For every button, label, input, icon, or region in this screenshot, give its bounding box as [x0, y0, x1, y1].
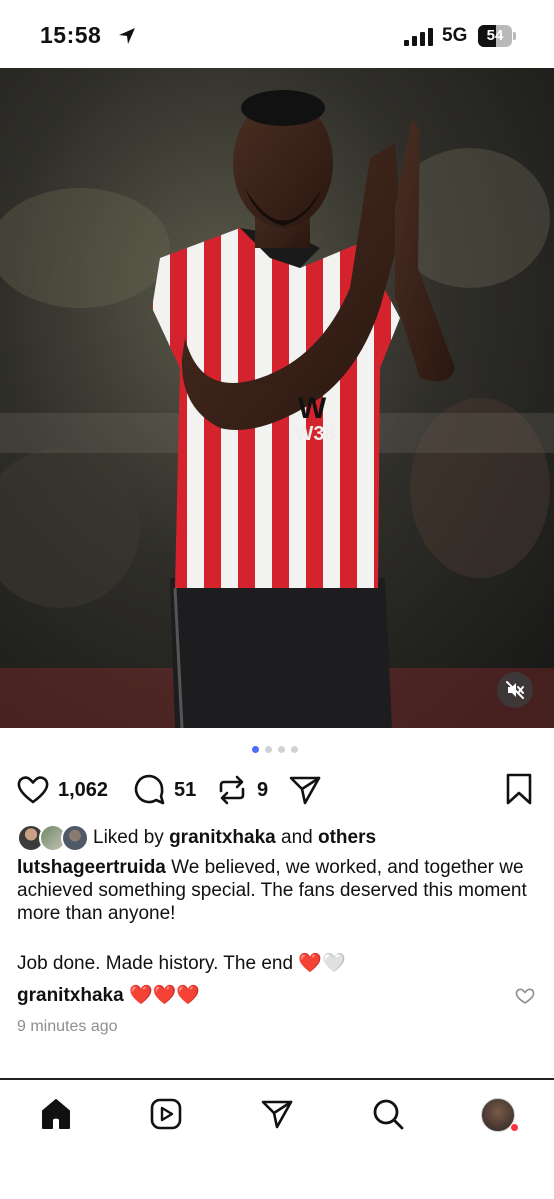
kit-sponsor-text: W38 — [294, 423, 335, 445]
search-icon — [373, 1099, 404, 1130]
liked-by-username[interactable]: granitxhaka — [169, 827, 276, 848]
comment-bubble-icon — [134, 774, 165, 805]
post-caption: lutshageertruida We believed, we worked,… — [17, 856, 537, 925]
battery-icon: 54 — [478, 25, 516, 47]
heart-icon — [17, 776, 49, 804]
comment-like-icon[interactable] — [515, 987, 535, 1005]
carousel-dot-active — [252, 746, 259, 753]
caption-text-line2: Job done. Made history. The end ❤️🤍 — [17, 953, 346, 974]
network-type: 5G — [442, 25, 468, 46]
battery-level: 54 — [486, 27, 504, 44]
post-media[interactable]: W W38 — [0, 68, 554, 728]
liker-avatars — [17, 824, 89, 852]
nav-reels[interactable] — [146, 1094, 186, 1134]
comment-text: ❤️❤️❤️ — [128, 985, 200, 1006]
post-action-bar: 1,062 51 9 — [0, 770, 554, 810]
cellular-signal-icon — [404, 28, 433, 46]
status-bar: 15:58 5G 54 — [0, 0, 554, 68]
nav-search[interactable] — [368, 1094, 408, 1134]
liked-by-row[interactable]: Liked by granitxhaka and others — [17, 823, 376, 853]
comment-username[interactable]: granitxhaka — [17, 985, 124, 1006]
comment-count: 51 — [174, 778, 197, 801]
carousel-dot — [265, 746, 272, 753]
post-timestamp: 9 minutes ago — [17, 1018, 118, 1035]
caption-username[interactable]: lutshageertruida — [17, 857, 166, 878]
nav-home[interactable] — [36, 1094, 76, 1134]
carousel-dot — [278, 746, 285, 753]
repost-button[interactable]: 9 — [215, 770, 268, 810]
send-icon — [261, 1100, 293, 1129]
bottom-navigation — [0, 1080, 554, 1199]
home-icon — [42, 1099, 70, 1129]
carousel-indicator — [252, 746, 298, 754]
avatar — [61, 824, 89, 852]
svg-text:W: W — [298, 392, 327, 425]
bookmark-icon[interactable] — [504, 772, 534, 806]
like-button[interactable]: 1,062 — [16, 770, 108, 810]
reels-icon — [150, 1098, 182, 1130]
like-count: 1,062 — [58, 778, 109, 801]
nav-messages[interactable] — [257, 1094, 297, 1134]
send-icon — [289, 776, 321, 805]
location-arrow-icon — [119, 28, 135, 44]
notification-dot — [510, 1123, 519, 1132]
repost-icon — [219, 775, 245, 805]
status-time: 15:58 — [40, 22, 102, 48]
share-button[interactable] — [288, 770, 322, 810]
liked-by-others[interactable]: others — [318, 827, 376, 848]
comment-preview[interactable]: granitxhaka ❤️❤️❤️ — [17, 984, 200, 1007]
comment-button[interactable]: 51 — [132, 770, 196, 810]
carousel-dot — [291, 746, 298, 753]
liked-by-text: Liked by granitxhaka and others — [93, 827, 377, 848]
speaker-muted-icon — [506, 681, 524, 699]
post-photo: W W38 — [0, 68, 554, 728]
repost-count: 9 — [257, 778, 269, 801]
mute-toggle-button[interactable] — [497, 672, 533, 708]
